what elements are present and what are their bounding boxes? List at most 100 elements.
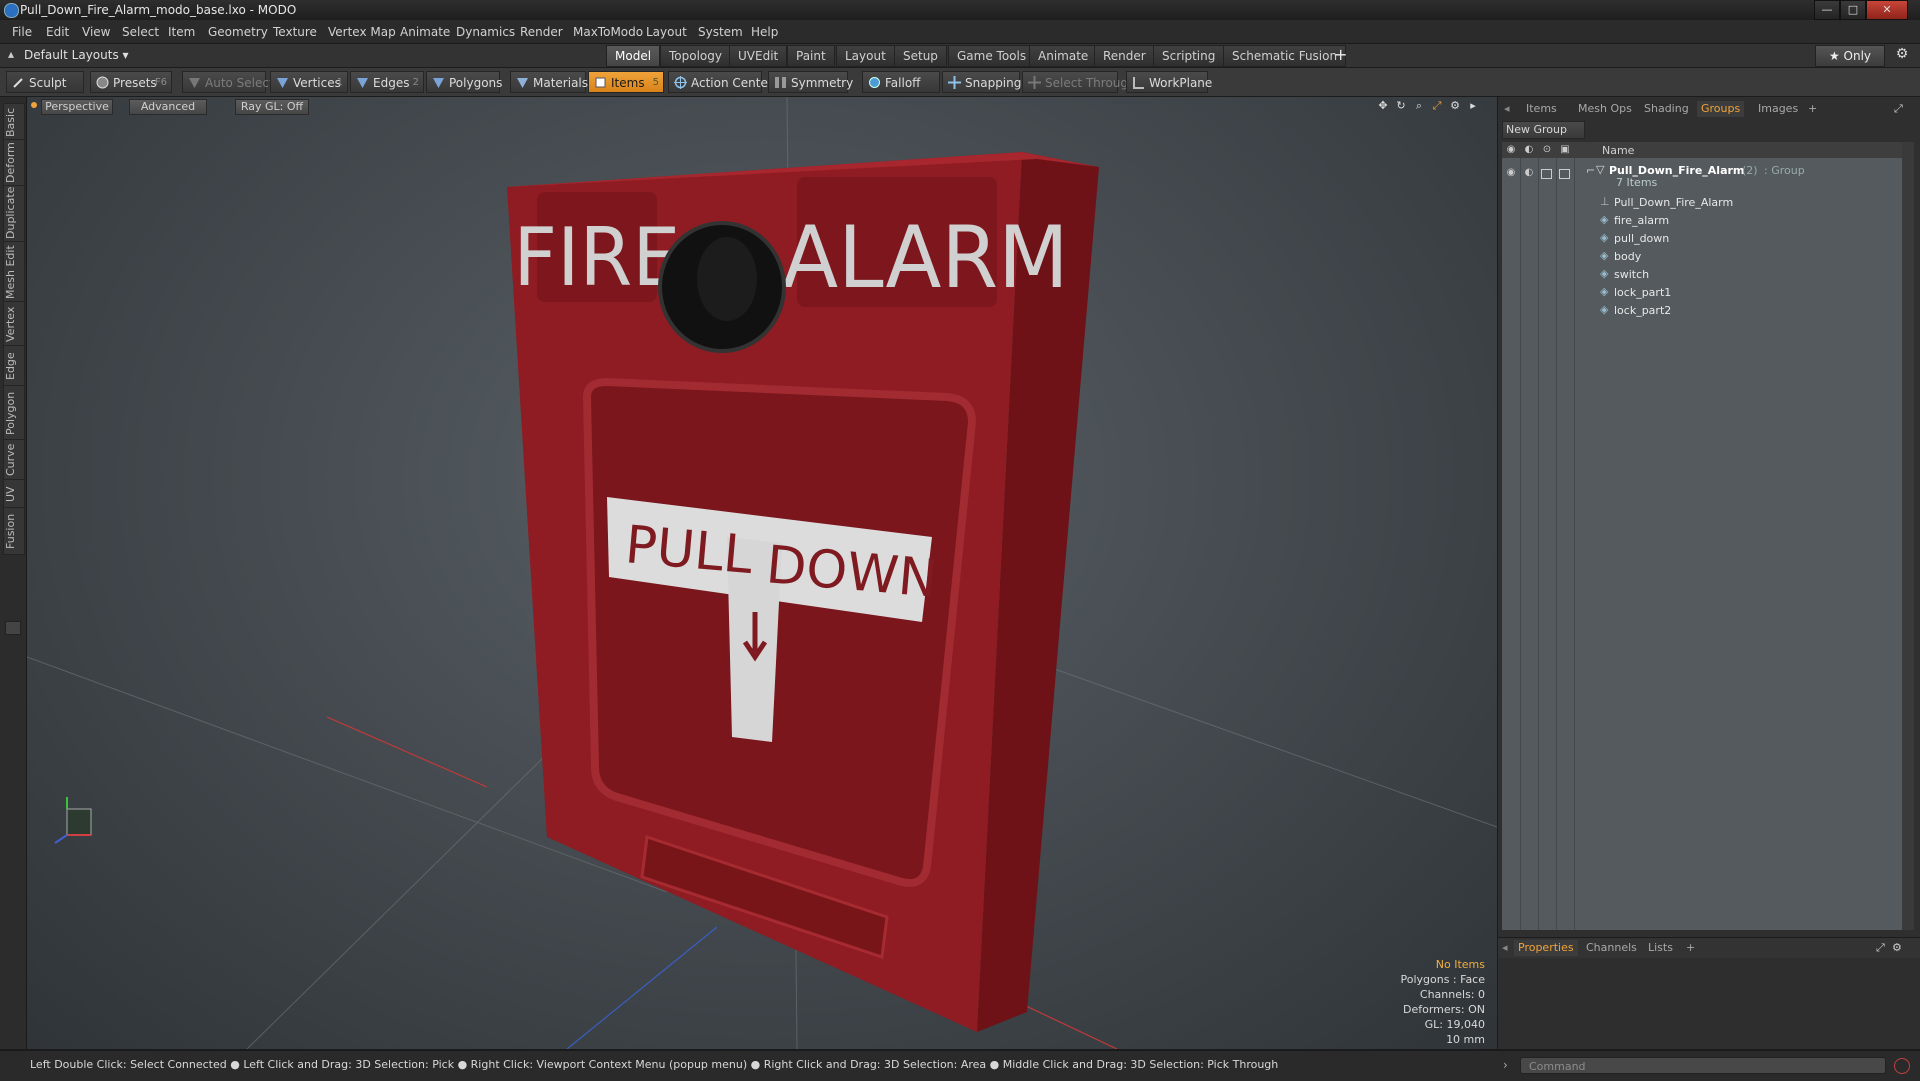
minimize-button[interactable]: — — [1814, 0, 1840, 20]
group-row[interactable]: ◉ ◐ ⌐ ▽ Pull_Down_Fire_Alarm (2) : Group… — [1502, 162, 1902, 192]
list-item[interactable]: ◈ lock_part2 — [1502, 302, 1902, 320]
tab-channels[interactable]: Channels — [1586, 940, 1637, 956]
new-group-button[interactable]: New Group — [1502, 121, 1585, 139]
tab-shading[interactable]: Shading — [1644, 101, 1689, 117]
command-input[interactable]: Command — [1520, 1057, 1886, 1074]
properties-expand-icon[interactable]: ⤢ — [1876, 940, 1885, 956]
sculpt-button[interactable]: Sculpt — [6, 71, 84, 93]
menu-vertex-map[interactable]: Vertex Map — [328, 25, 396, 39]
vtab-curve[interactable]: Curve — [3, 439, 25, 481]
rotate-view-icon[interactable]: ↻ — [1394, 99, 1408, 113]
select-through-button[interactable]: Select Through — [1022, 71, 1136, 93]
tab-setup[interactable]: Setup — [894, 45, 947, 67]
select-column-icon[interactable]: ▣ — [1559, 145, 1571, 155]
menu-select[interactable]: Select — [122, 25, 159, 39]
shading-mode-button[interactable]: Advanced — [129, 99, 207, 115]
menu-maxtomodo[interactable]: MaxToModo — [573, 25, 643, 39]
materials-button[interactable]: Materials — [510, 71, 588, 93]
close-button[interactable]: ✕ — [1866, 0, 1908, 20]
workplane-button[interactable]: WorkPlane — [1126, 71, 1212, 93]
tab-items[interactable]: Items — [1526, 101, 1557, 117]
tab-paint[interactable]: Paint — [787, 45, 835, 67]
vtab-uv[interactable]: UV — [3, 479, 25, 509]
gear-icon[interactable]: ⚙ — [1893, 46, 1911, 64]
command-history-icon[interactable] — [1894, 1058, 1910, 1074]
groups-scrollbar[interactable] — [1902, 142, 1914, 930]
expand-panel-icon[interactable]: ⤢ — [1894, 101, 1903, 117]
vtab-edge[interactable]: Edge — [3, 345, 25, 387]
tab-model[interactable]: Model — [606, 45, 661, 67]
tab-images[interactable]: Images — [1758, 101, 1798, 117]
edges-button[interactable]: Edges 2 — [350, 71, 424, 93]
add-panel-tab-button[interactable]: + — [1808, 101, 1817, 117]
fit-view-icon[interactable]: ⤢ — [1430, 99, 1444, 113]
falloff-button[interactable]: Falloff — [862, 71, 940, 93]
polygons-button[interactable]: Polygons — [426, 71, 502, 93]
properties-gear-icon[interactable]: ⚙ — [1892, 940, 1902, 956]
vtab-basic[interactable]: Basic — [3, 103, 25, 141]
group-select-icon[interactable] — [1559, 169, 1570, 179]
menu-geometry[interactable]: Geometry — [208, 25, 268, 39]
tab-uvedit[interactable]: UVEdit — [729, 45, 788, 67]
list-item[interactable]: ◈ pull_down — [1502, 230, 1902, 248]
layout-collapse-icon[interactable]: ▴ — [8, 47, 14, 61]
menu-help[interactable]: Help — [751, 25, 778, 39]
menu-system[interactable]: System — [698, 25, 743, 39]
vtab-duplicate[interactable]: Duplicate — [3, 185, 25, 243]
group-render-icon[interactable]: ◐ — [1523, 168, 1535, 178]
tab-render[interactable]: Render — [1094, 45, 1155, 67]
3d-viewport[interactable]: FIRE ALARM PULL DOWN Perspective Advance… — [27, 97, 1497, 1049]
menu-file[interactable]: File — [12, 25, 32, 39]
viewport-menu-arrow-icon[interactable]: ▸ — [1466, 99, 1480, 113]
vtab-mesh-edit[interactable]: Mesh Edit — [3, 241, 25, 303]
tab-schematic-fusion[interactable]: Schematic Fusion — [1223, 45, 1347, 67]
tab-layout[interactable]: Layout — [836, 45, 895, 67]
tab-game-tools[interactable]: Game Tools — [948, 45, 1036, 67]
panel-collapse-icon[interactable]: ◂ — [1504, 101, 1510, 117]
vtab-polygon[interactable]: Polygon — [3, 385, 25, 441]
list-item[interactable]: ◈ lock_part1 — [1502, 284, 1902, 302]
visibility-column-icon[interactable]: ◉ — [1505, 145, 1517, 155]
menu-layout[interactable]: Layout — [646, 25, 687, 39]
snapping-button[interactable]: Snapping — [942, 71, 1021, 93]
zoom-view-icon[interactable]: ⌕ — [1412, 99, 1426, 113]
menu-item[interactable]: Item — [168, 25, 195, 39]
menu-view[interactable]: View — [82, 25, 110, 39]
items-button[interactable]: Items 5 — [588, 71, 664, 93]
add-properties-tab-button[interactable]: + — [1686, 940, 1695, 956]
vtab-vertex[interactable]: Vertex — [3, 301, 25, 347]
viewport-gear-icon[interactable]: ⚙ — [1448, 99, 1462, 113]
tab-lists[interactable]: Lists — [1648, 940, 1673, 956]
group-expand-icon[interactable]: ⌐ — [1586, 164, 1595, 177]
maximize-button[interactable]: □ — [1840, 0, 1866, 20]
presets-button[interactable]: Presets F6 — [90, 71, 172, 93]
tab-mesh-ops[interactable]: Mesh Ops — [1578, 101, 1632, 117]
tab-groups[interactable]: Groups — [1697, 101, 1745, 117]
add-tab-button[interactable]: + — [1334, 45, 1347, 64]
properties-collapse-icon[interactable]: ◂ — [1502, 940, 1508, 956]
auto-select-button[interactable]: Auto Select — [182, 71, 274, 93]
group-visibility-icon[interactable]: ◉ — [1505, 168, 1517, 178]
menu-animate[interactable]: Animate — [400, 25, 450, 39]
lock-column-icon[interactable]: ⊙ — [1541, 145, 1553, 155]
list-item[interactable]: ⊥ Pull_Down_Fire_Alarm — [1502, 194, 1902, 212]
raygl-button[interactable]: Ray GL: Off — [235, 99, 309, 115]
vertices-button[interactable]: Vertices 1 — [270, 71, 348, 93]
menu-texture[interactable]: Texture — [273, 25, 317, 39]
list-item[interactable]: ◈ body — [1502, 248, 1902, 266]
panel-toggle-icon[interactable] — [5, 621, 21, 635]
view-type-button[interactable]: Perspective — [41, 99, 113, 115]
tab-topology[interactable]: Topology — [660, 45, 731, 67]
name-column-header[interactable]: Name — [1602, 144, 1634, 157]
only-toggle-button[interactable]: ★ Only — [1815, 45, 1885, 67]
layout-preset-dropdown[interactable]: Default Layouts ▾ — [24, 46, 129, 64]
list-item[interactable]: ◈ fire_alarm — [1502, 212, 1902, 230]
group-lock-icon[interactable] — [1541, 169, 1552, 179]
menu-render[interactable]: Render — [520, 25, 563, 39]
action-center-button[interactable]: Action Center — [668, 71, 773, 93]
tab-animate[interactable]: Animate — [1029, 45, 1098, 67]
move-view-icon[interactable]: ✥ — [1376, 99, 1390, 113]
menu-edit[interactable]: Edit — [46, 25, 69, 39]
menu-dynamics[interactable]: Dynamics — [456, 25, 515, 39]
tab-scripting[interactable]: Scripting — [1153, 45, 1225, 67]
